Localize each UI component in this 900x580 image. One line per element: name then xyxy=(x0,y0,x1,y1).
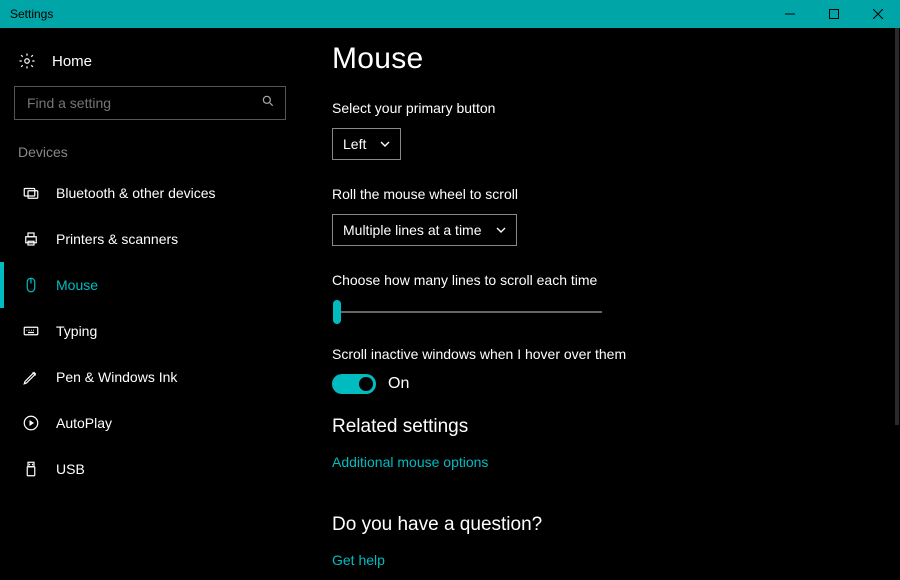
sidebar-item-label: Pen & Windows Ink xyxy=(56,369,177,385)
lines-label: Choose how many lines to scroll each tim… xyxy=(332,272,880,288)
window-title: Settings xyxy=(10,7,53,21)
maximize-button[interactable] xyxy=(812,0,856,28)
inactive-toggle[interactable] xyxy=(332,374,376,394)
primary-button-label: Select your primary button xyxy=(332,100,880,116)
toggle-knob xyxy=(359,377,373,391)
slider-track xyxy=(337,311,602,313)
close-button[interactable] xyxy=(856,0,900,28)
keyboard-icon xyxy=(22,322,40,340)
gear-icon xyxy=(18,52,36,70)
home-nav[interactable]: Home xyxy=(0,46,300,86)
question-heading: Do you have a question? xyxy=(332,514,880,536)
sidebar-item-mouse[interactable]: Mouse xyxy=(0,262,300,308)
nav-group-label: Devices xyxy=(0,144,300,170)
get-help-link[interactable]: Get help xyxy=(332,552,385,568)
sidebar-item-typing[interactable]: Typing xyxy=(0,308,300,354)
additional-mouse-options-link[interactable]: Additional mouse options xyxy=(332,454,488,470)
sidebar-item-bluetooth[interactable]: Bluetooth & other devices xyxy=(0,170,300,216)
window-controls xyxy=(768,0,900,28)
chevron-down-icon xyxy=(496,222,506,238)
roll-wheel-value: Multiple lines at a time xyxy=(343,222,482,238)
roll-wheel-select[interactable]: Multiple lines at a time xyxy=(332,214,517,246)
minimize-button[interactable] xyxy=(768,0,812,28)
sidebar-item-label: AutoPlay xyxy=(56,415,112,431)
pen-icon xyxy=(22,368,40,386)
mouse-icon xyxy=(22,276,40,294)
sidebar-item-label: Bluetooth & other devices xyxy=(56,185,216,201)
search-box[interactable] xyxy=(14,86,286,120)
printer-icon xyxy=(22,230,40,248)
search-icon xyxy=(261,94,275,113)
sidebar-item-printers[interactable]: Printers & scanners xyxy=(0,216,300,262)
sidebar-item-label: Typing xyxy=(56,323,97,339)
search-input[interactable] xyxy=(25,94,261,112)
inactive-toggle-state: On xyxy=(388,375,409,393)
sidebar-item-autoplay[interactable]: AutoPlay xyxy=(0,400,300,446)
scrollbar[interactable] xyxy=(895,28,899,425)
primary-button-select[interactable]: Left xyxy=(332,128,401,160)
lines-slider[interactable] xyxy=(332,300,602,324)
page-title: Mouse xyxy=(332,42,880,76)
sidebar-item-usb[interactable]: USB xyxy=(0,446,300,492)
sidebar-item-pen[interactable]: Pen & Windows Ink xyxy=(0,354,300,400)
inactive-label: Scroll inactive windows when I hover ove… xyxy=(332,346,880,362)
chevron-down-icon xyxy=(380,136,390,152)
usb-icon xyxy=(22,460,40,478)
sidebar-item-label: USB xyxy=(56,461,85,477)
window-titlebar: Settings xyxy=(0,0,900,28)
slider-thumb[interactable] xyxy=(333,300,341,324)
devices-icon xyxy=(22,184,40,202)
related-settings-heading: Related settings xyxy=(332,416,880,438)
home-label: Home xyxy=(52,53,92,70)
autoplay-icon xyxy=(22,414,40,432)
sidebar-item-label: Printers & scanners xyxy=(56,231,178,247)
content-pane: Mouse Select your primary button Left Ro… xyxy=(300,28,900,580)
sidebar-item-label: Mouse xyxy=(56,277,98,293)
sidebar: Home Devices Bluetooth & other devices P… xyxy=(0,28,300,580)
roll-wheel-label: Roll the mouse wheel to scroll xyxy=(332,186,880,202)
primary-button-value: Left xyxy=(343,136,366,152)
